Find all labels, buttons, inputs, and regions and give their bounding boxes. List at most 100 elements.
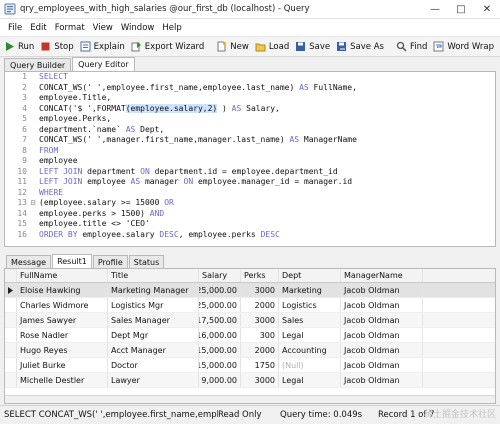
- cell-salary[interactable]: $ 15,000.00: [199, 358, 241, 372]
- code-line[interactable]: 7 CONCAT_WS(' ',manager.first_name,manage…: [5, 135, 495, 146]
- cell-fullname[interactable]: Rose Nadler: [17, 328, 108, 342]
- cell-title[interactable]: Doctor: [108, 358, 199, 372]
- cell-perks[interactable]: 3000: [241, 283, 279, 297]
- current-row-icon[interactable]: [5, 283, 17, 297]
- cell-dept[interactable]: (Null): [279, 358, 341, 372]
- horizontal-scrollbar[interactable]: [5, 395, 495, 403]
- row-marker[interactable]: [5, 328, 17, 342]
- cell-managername[interactable]: Jacob Oldman: [341, 343, 423, 357]
- row-marker[interactable]: [5, 373, 17, 387]
- cell-fullname[interactable]: Juliet Burke: [17, 358, 108, 372]
- tab-message[interactable]: Message: [6, 255, 52, 268]
- cell-fullname[interactable]: Eloise Hawking: [17, 283, 108, 297]
- table-row[interactable]: Michelle DestlerLawyer$ 9,000.003000Lega…: [5, 373, 495, 388]
- table-row[interactable]: Eloise HawkingMarketing Manager$ 25,000.…: [5, 283, 495, 298]
- cell-perks[interactable]: 3000: [241, 373, 279, 387]
- table-row[interactable]: Juliet BurkeDoctor$ 15,000.001750(Null)J…: [5, 358, 495, 373]
- tab-profile[interactable]: Profile: [92, 255, 128, 268]
- sql-editor[interactable]: 1 SELECT 2 CONCAT_WS(' ',employee.first_nam…: [4, 71, 496, 247]
- cell-perks[interactable]: 1750: [241, 358, 279, 372]
- export-wizard-button[interactable]: Export Wizard: [131, 41, 204, 52]
- menu-view[interactable]: View: [89, 23, 117, 33]
- tab-query-builder[interactable]: Query Builder: [4, 58, 72, 71]
- cell-fullname[interactable]: James Sawyer: [17, 313, 108, 327]
- word-wrap-button[interactable]: Word Wrap: [433, 41, 494, 52]
- tab-query-editor[interactable]: Query Editor: [72, 57, 135, 71]
- cell-managername[interactable]: Jacob Oldman: [341, 328, 423, 342]
- code-line[interactable]: 16 ORDER BY employee.salary DESC, employe…: [5, 230, 495, 241]
- cell-salary[interactable]: $ 16,000.00: [199, 328, 241, 342]
- column-header-title[interactable]: Title: [108, 269, 199, 282]
- code-line[interactable]: 14 employee.perks > 1500) AND: [5, 209, 495, 220]
- cell-fullname[interactable]: Charles Widmore: [17, 298, 108, 312]
- new-button[interactable]: New: [216, 41, 249, 52]
- code-line[interactable]: 5 employee.Perks,: [5, 114, 495, 125]
- cell-fullname[interactable]: Hugo Reyes: [17, 343, 108, 357]
- cell-title[interactable]: Lawyer: [108, 373, 199, 387]
- row-marker[interactable]: [5, 313, 17, 327]
- row-marker[interactable]: [5, 358, 17, 372]
- code-line[interactable]: 11 LEFT JOIN employee AS manager ON emplo…: [5, 177, 495, 188]
- code-line[interactable]: 2 CONCAT_WS(' ',employee.first_name,emplo…: [5, 83, 495, 94]
- menu-format[interactable]: Format: [51, 23, 89, 33]
- cell-salary[interactable]: $ 15,000.00: [199, 343, 241, 357]
- code-line[interactable]: 10 LEFT JOIN department ON department.id …: [5, 167, 495, 178]
- cell-perks[interactable]: 300: [241, 328, 279, 342]
- code-line[interactable]: 15 employee.title <> 'CEO': [5, 219, 495, 230]
- menu-window[interactable]: Window: [117, 23, 159, 33]
- cell-salary[interactable]: $ 9,000.00: [199, 373, 241, 387]
- menu-help[interactable]: Help: [158, 23, 185, 33]
- cell-title[interactable]: Dept Mgr: [108, 328, 199, 342]
- code-line[interactable]: 6 department.`name` AS Dept,: [5, 125, 495, 136]
- cell-dept[interactable]: Sales: [279, 313, 341, 327]
- cell-managername[interactable]: Jacob Oldman: [341, 298, 423, 312]
- table-row[interactable]: Rose NadlerDept Mgr$ 16,000.00300LegalJa…: [5, 328, 495, 343]
- load-button[interactable]: Load: [255, 41, 289, 52]
- cell-title[interactable]: Logistics Mgr: [108, 298, 199, 312]
- close-icon[interactable]: ✕: [474, 0, 500, 19]
- code-line[interactable]: 12 WHERE: [5, 188, 495, 199]
- table-row[interactable]: James SawyerSales Manager$ 17,500.003000…: [5, 313, 495, 328]
- menu-file[interactable]: File: [4, 23, 26, 33]
- cell-title[interactable]: Sales Manager: [108, 313, 199, 327]
- stop-button[interactable]: Stop: [40, 41, 74, 52]
- save-button[interactable]: Save: [295, 41, 330, 52]
- maximize-icon[interactable]: □: [448, 0, 474, 19]
- code-line[interactable]: 13 ⊟ (employee.salary >= 15000 OR: [5, 198, 495, 209]
- code-line[interactable]: 8 FROM: [5, 146, 495, 157]
- cell-managername[interactable]: Jacob Oldman: [341, 358, 423, 372]
- column-header-salary[interactable]: Salary: [199, 269, 241, 282]
- code-line[interactable]: 3 employee.Title,: [5, 93, 495, 104]
- cell-title[interactable]: Marketing Manager: [108, 283, 199, 297]
- cell-managername[interactable]: Jacob Oldman: [341, 283, 423, 297]
- table-row[interactable]: Charles WidmoreLogistics Mgr$ 25,000.002…: [5, 298, 495, 313]
- cell-fullname[interactable]: Michelle Destler: [17, 373, 108, 387]
- save-as-button[interactable]: Save As: [336, 41, 384, 52]
- cell-dept[interactable]: Logistics: [279, 298, 341, 312]
- cell-dept[interactable]: Marketing: [279, 283, 341, 297]
- cell-managername[interactable]: Jacob Oldman: [341, 373, 423, 387]
- cell-salary[interactable]: $ 25,000.00: [199, 283, 241, 297]
- row-marker[interactable]: [5, 343, 17, 357]
- cell-perks[interactable]: 2000: [241, 343, 279, 357]
- cell-dept[interactable]: Legal: [279, 328, 341, 342]
- cell-salary[interactable]: $ 25,000.00: [199, 298, 241, 312]
- cell-salary[interactable]: $ 17,500.00: [199, 313, 241, 327]
- code-line[interactable]: 4 CONCAT('$ ',FORMAT(employee.salary,2) )…: [5, 103, 495, 115]
- code-line[interactable]: 9 employee: [5, 156, 495, 167]
- table-row[interactable]: Hugo ReyesAcct Manager$ 15,000.002000Acc…: [5, 343, 495, 358]
- column-header-dept[interactable]: Dept: [279, 269, 341, 282]
- column-header-fullname[interactable]: FullName: [17, 269, 108, 282]
- cell-perks[interactable]: 3000: [241, 313, 279, 327]
- minimize-icon[interactable]: —: [422, 0, 448, 19]
- row-marker[interactable]: [5, 298, 17, 312]
- find-button[interactable]: Find: [396, 41, 427, 52]
- cell-title[interactable]: Acct Manager: [108, 343, 199, 357]
- cell-dept[interactable]: Legal: [279, 373, 341, 387]
- cell-perks[interactable]: 2000: [241, 298, 279, 312]
- column-header-perks[interactable]: Perks: [241, 269, 279, 282]
- tab-result1[interactable]: Result1: [52, 254, 92, 268]
- cell-managername[interactable]: Jacob Oldman: [341, 313, 423, 327]
- tab-status[interactable]: Status: [128, 255, 165, 268]
- result-grid[interactable]: FullName Title Salary Perks Dept Manager…: [4, 268, 496, 404]
